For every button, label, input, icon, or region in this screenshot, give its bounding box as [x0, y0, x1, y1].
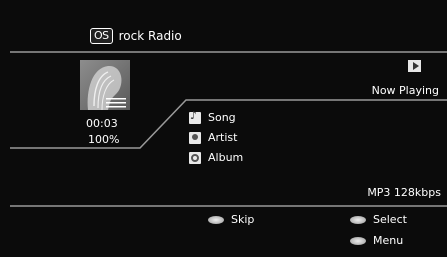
now-playing-status: Now Playing	[371, 84, 439, 97]
header: OS rock Radio	[90, 28, 182, 44]
music-note-icon	[189, 109, 201, 124]
menu-button[interactable]: Menu	[350, 234, 403, 247]
play-icon	[408, 60, 421, 72]
artist-label: Artist	[208, 131, 238, 144]
os-logo-icon: OS	[90, 28, 113, 44]
station-name: rock Radio	[118, 29, 182, 43]
disc-icon	[189, 151, 201, 164]
elapsed-time: 00:03	[86, 117, 118, 130]
song-row: Song	[189, 109, 236, 124]
album-art	[80, 60, 130, 111]
select-button[interactable]: Select	[350, 213, 407, 226]
menu-label: Menu	[373, 234, 404, 247]
person-icon	[189, 131, 201, 144]
skip-label: Skip	[231, 213, 255, 226]
stream-format: MP3 128kbps	[367, 186, 441, 199]
song-label: Song	[208, 111, 236, 124]
skip-key-icon	[208, 215, 224, 224]
select-label: Select	[373, 213, 407, 226]
skip-button[interactable]: Skip	[208, 213, 254, 226]
now-playing-screen: OS rock Radio 00:03 100% Now Playing Son…	[0, 0, 447, 257]
buffer-percent: 100%	[88, 133, 120, 146]
artist-row: Artist	[189, 131, 237, 144]
menu-key-icon	[350, 236, 366, 245]
portrait-icon	[87, 65, 126, 111]
album-label: Album	[208, 151, 244, 164]
album-row: Album	[189, 151, 243, 164]
select-key-icon	[350, 215, 366, 224]
